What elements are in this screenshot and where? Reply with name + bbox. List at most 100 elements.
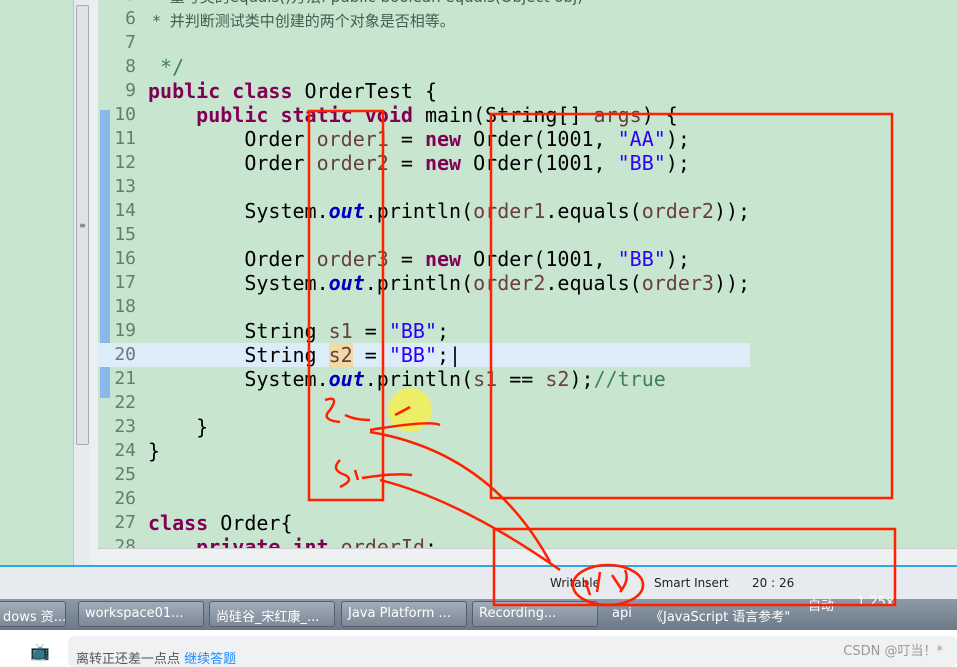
line-text xyxy=(136,31,148,55)
code-token: .println( xyxy=(364,271,474,295)
line-number: 25 xyxy=(114,464,136,485)
code-token: .println( xyxy=(364,199,474,223)
taskbar-doc[interactable]: 《JavaScript 语言参考" xyxy=(650,606,790,625)
taskbar-item[interactable]: dows 资... xyxy=(0,601,66,627)
code-editor[interactable]: 5 * 重写类的equals()方法: public boolean equal… xyxy=(98,0,957,548)
code-token: order2 xyxy=(473,271,546,295)
code-token: * 重写类的equals()方法: public boolean equals(… xyxy=(148,0,584,6)
code-token: String xyxy=(148,319,329,343)
code-line[interactable]: 25 xyxy=(98,463,750,487)
code-line[interactable]: 14 System.out.println(order1.equals(orde… xyxy=(98,199,750,223)
code-line[interactable]: 12 Order order2 = new Order(1001, "BB"); xyxy=(98,151,750,175)
line-text xyxy=(136,463,148,487)
line-number: 21 xyxy=(114,368,136,389)
code-token: "BB" xyxy=(617,151,666,175)
code-line[interactable]: 23 } xyxy=(98,415,750,439)
code-line[interactable]: 24} xyxy=(98,439,750,463)
horizontal-scrollbar[interactable] xyxy=(98,548,957,565)
vertical-scrollbar[interactable]: ≡ xyxy=(73,0,90,565)
continue-link[interactable]: 继续答题 xyxy=(184,652,236,667)
prompt-box: 离转正还差一点点 继续答题 xyxy=(68,636,957,667)
line-text: String s1 = "BB"; xyxy=(136,319,449,343)
code-token: * 并判断测试类中创建的两个对象是否相等。 xyxy=(148,12,455,30)
code-lines[interactable]: 5 * 重写类的equals()方法: public boolean equal… xyxy=(98,0,751,548)
code-line[interactable]: 28 private int orderId; xyxy=(98,535,750,548)
code-line[interactable]: 8 */ xyxy=(98,55,750,79)
taskbar-item[interactable]: 尚硅谷_宋红康_... xyxy=(209,601,335,627)
code-line[interactable]: 11 Order order1 = new Order(1001, "AA"); xyxy=(98,127,750,151)
code-token: ) { xyxy=(641,103,678,127)
code-token: main(String[] xyxy=(424,103,594,127)
line-text: } xyxy=(136,439,160,463)
code-line[interactable]: 10 public static void main(String[] args… xyxy=(98,103,750,127)
line-text: * 重写类的equals()方法: public boolean equals(… xyxy=(136,0,584,7)
line-number: 20 xyxy=(114,344,136,365)
cursor-position: 20 : 26 xyxy=(752,576,795,590)
line-text xyxy=(136,175,148,199)
line-number: 17 xyxy=(114,272,136,293)
insert-mode-status: Smart Insert xyxy=(654,576,729,590)
code-token: System. xyxy=(148,367,329,391)
code-token: out xyxy=(328,271,365,295)
line-number: 26 xyxy=(114,488,136,509)
code-token: s2 xyxy=(545,367,570,391)
line-number: 9 xyxy=(125,80,136,101)
code-token: s1 xyxy=(328,319,353,343)
code-token: out xyxy=(328,199,365,223)
code-token: = xyxy=(388,151,425,175)
line-number: 27 xyxy=(114,512,136,533)
code-line[interactable]: 15 xyxy=(98,223,750,247)
line-text: public class OrderTest { xyxy=(136,79,437,103)
line-number: 10 xyxy=(114,104,136,125)
code-line[interactable]: 6 * 并判断测试类中创建的两个对象是否相等。 xyxy=(98,7,750,31)
taskbar-item[interactable]: workspace01... xyxy=(78,601,204,627)
code-line[interactable]: 9 public class OrderTest { xyxy=(98,79,750,103)
line-text xyxy=(136,223,148,247)
taskbar-item[interactable]: Java Platform ... xyxy=(341,601,467,627)
line-text xyxy=(136,487,148,511)
code-line[interactable]: 19 String s1 = "BB"; xyxy=(98,319,750,343)
line-number: 24 xyxy=(114,440,136,461)
status-bar: Writable Smart Insert 20 : 26 xyxy=(0,565,957,599)
code-token: new xyxy=(424,247,474,271)
code-token: ); xyxy=(665,151,690,175)
line-number: 11 xyxy=(114,128,136,149)
scrollbar-thumb[interactable]: ≡ xyxy=(76,5,89,445)
line-number: 8 xyxy=(125,56,136,77)
code-line[interactable]: 13 xyxy=(98,175,750,199)
taskbar-api[interactable]: api xyxy=(612,606,632,621)
code-line[interactable]: 7 xyxy=(98,31,750,55)
line-text: System.out.println(order1.equals(order2)… xyxy=(136,199,750,223)
taskbar-item[interactable]: Recording... xyxy=(472,601,598,627)
code-line[interactable]: 21 System.out.println(s1 == s2);//true xyxy=(98,367,750,391)
code-token: ); xyxy=(665,127,690,151)
code-line[interactable]: 20 String s2 = "BB";| xyxy=(98,343,751,367)
writable-status: Writable xyxy=(550,576,600,590)
code-line[interactable]: 16 Order order3 = new Order(1001, "BB"); xyxy=(98,247,750,271)
code-token: = xyxy=(352,319,389,343)
line-number: 18 xyxy=(114,296,136,317)
code-line[interactable]: 27 class Order{ xyxy=(98,511,750,535)
code-token: s2 xyxy=(328,343,353,367)
panel-divider[interactable] xyxy=(90,0,98,565)
line-number: 23 xyxy=(114,416,136,437)
code-line[interactable]: 22 xyxy=(98,391,750,415)
code-token: == xyxy=(497,367,546,391)
code-line[interactable]: 5 * 重写类的equals()方法: public boolean equal… xyxy=(98,0,750,7)
code-token: */ xyxy=(148,55,185,79)
code-token: order2 xyxy=(316,151,389,175)
code-token: s1 xyxy=(473,367,498,391)
taskbar: dows 资... workspace01... 尚硅谷_宋红康_... Jav… xyxy=(0,595,957,630)
code-line[interactable]: 18 xyxy=(98,295,750,319)
code-line[interactable]: 17 System.out.println(order2.equals(orde… xyxy=(98,271,750,295)
code-token: = xyxy=(352,343,389,367)
line-number: 28 xyxy=(114,536,136,548)
code-token: //true xyxy=(593,367,666,391)
code-line[interactable]: 26 xyxy=(98,487,750,511)
code-token: .equals( xyxy=(545,271,642,295)
prompt-text: 离转正还差一点点 xyxy=(76,652,181,667)
code-token: order1 xyxy=(473,199,546,223)
tv-icon[interactable]: 📺 xyxy=(30,642,50,661)
line-number: 16 xyxy=(114,248,136,269)
